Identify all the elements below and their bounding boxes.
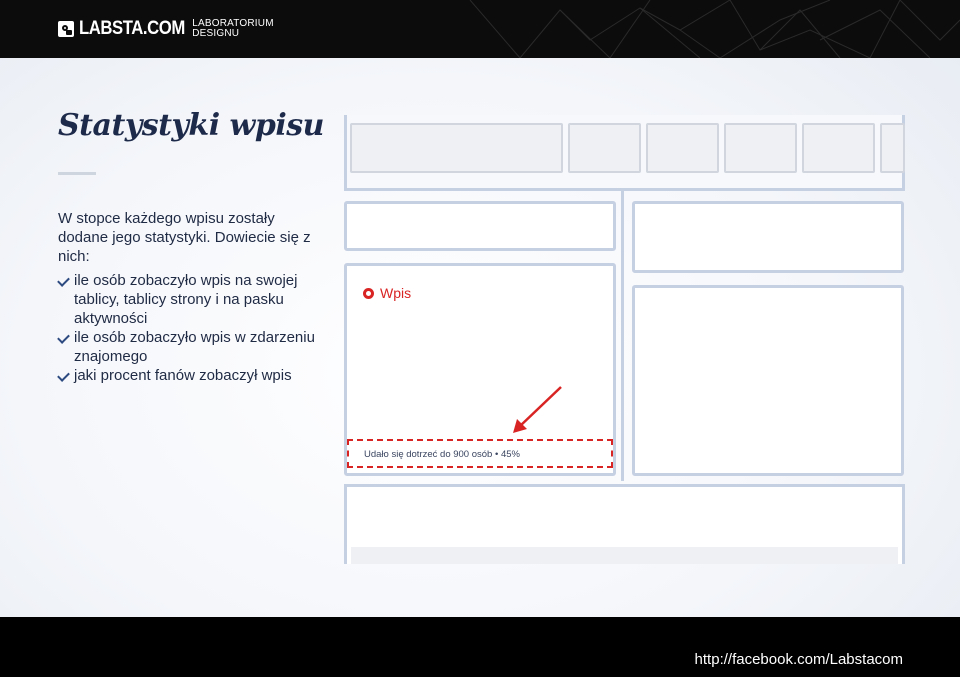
post-type-label: Wpis <box>363 285 411 301</box>
intro-text: W stopce każdego wpisu zostały dodane je… <box>58 210 311 265</box>
post-stats-text: Udało się dotrzeć do 900 osób • 45% <box>364 449 520 460</box>
footer-link[interactable]: http://facebook.com/Labstacom <box>695 651 903 668</box>
post-stats-highlight: Udało się dotrzeć do 900 osób • 45% <box>347 439 613 468</box>
check-icon <box>57 331 70 344</box>
nav-tile[interactable] <box>724 123 797 173</box>
timeline-post-card[interactable] <box>344 484 905 564</box>
nav-tile[interactable] <box>646 123 719 173</box>
nav-tile[interactable] <box>350 123 563 173</box>
post-type-text: Wpis <box>380 285 412 301</box>
title-divider <box>58 172 96 175</box>
logo-mark-icon <box>58 21 74 37</box>
slide-title: Statystyki wpisu <box>58 108 324 143</box>
feature-list: ile osób zobaczyło wpis na swojej tablic… <box>57 271 323 385</box>
labsta-logo[interactable]: LABSTA.COM LABORATORIUM DESIGNU <box>58 18 274 39</box>
feature-item: ile osób zobaczyło wpis w zdarzeniu znaj… <box>57 328 323 366</box>
check-icon <box>57 369 70 382</box>
header-bar: LABSTA.COM LABORATORIUM DESIGNU <box>0 0 960 58</box>
nav-tile[interactable] <box>568 123 641 173</box>
nav-tile[interactable] <box>802 123 875 173</box>
logo-name: LABSTA.COM <box>79 18 185 39</box>
feature-item: ile osób zobaczyło wpis na swojej tablic… <box>57 271 323 328</box>
footer-bar: http://facebook.com/Labstacom <box>0 617 960 677</box>
post-footer-strip <box>351 547 898 564</box>
timeline-post-card[interactable] <box>632 285 904 476</box>
feature-item: jaki procent fanów zobaczył wpis <box>57 366 323 385</box>
timeline-post-card[interactable] <box>344 201 616 251</box>
logo-subtitle-line2: DESIGNU <box>192 28 240 39</box>
timeline-spine <box>621 191 624 481</box>
red-arrow-icon <box>513 386 562 433</box>
feature-text: ile osób zobaczyło wpis na swojej tablic… <box>74 272 298 327</box>
feature-text: jaki procent fanów zobaczył wpis <box>74 367 292 384</box>
nav-tile[interactable] <box>880 123 905 173</box>
post-icon <box>363 287 374 299</box>
logo-subtitle: LABORATORIUM DESIGNU <box>192 19 274 39</box>
feature-text: ile osób zobaczyło wpis w zdarzeniu znaj… <box>74 329 315 365</box>
timeline-post-card[interactable] <box>632 201 904 273</box>
page-nav-strip <box>344 115 905 191</box>
check-icon <box>57 274 70 287</box>
